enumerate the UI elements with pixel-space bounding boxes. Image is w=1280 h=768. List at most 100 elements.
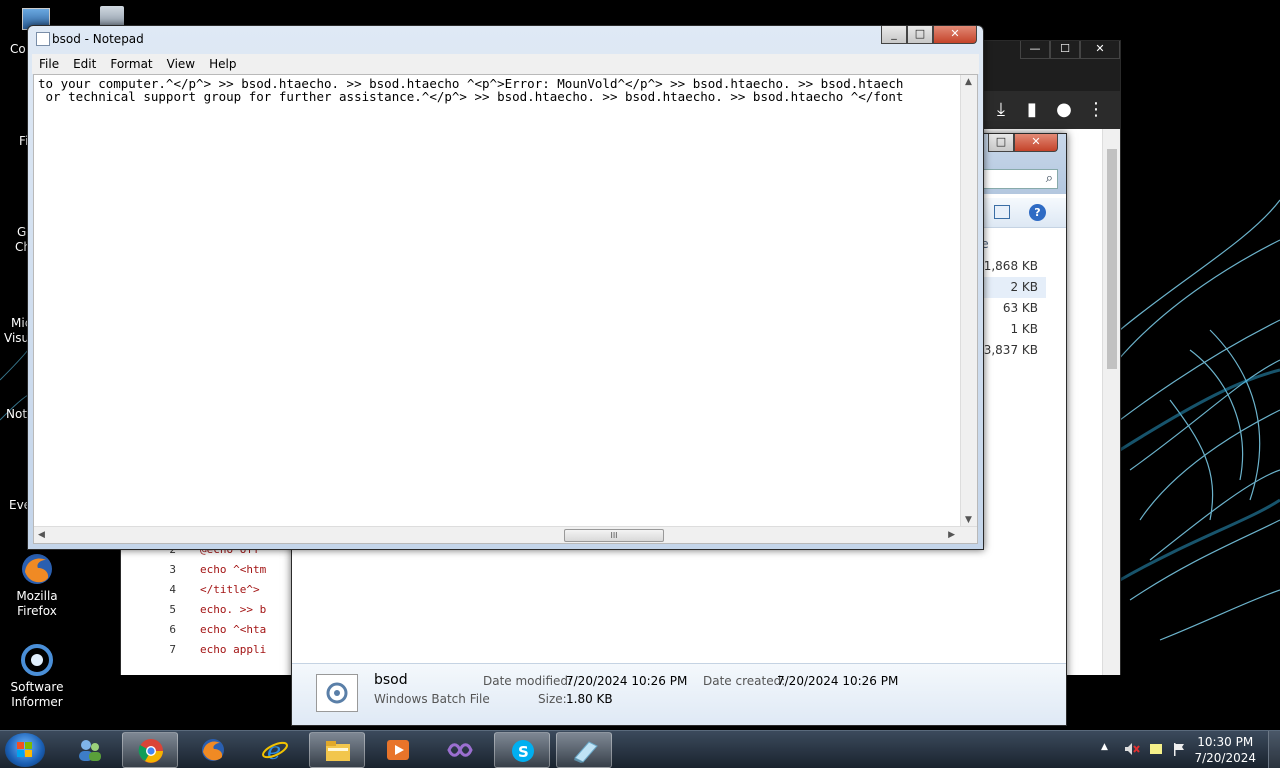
code-line-text: echo appli [200, 643, 267, 656]
internet-explorer-icon: e [262, 737, 288, 763]
software-informer-icon [21, 644, 53, 676]
menu-view[interactable]: View [160, 54, 202, 74]
help-icon[interactable]: ? [1029, 204, 1046, 221]
notepad-text-area[interactable]: to your computer.^</p^> >> bsod.htaecho.… [33, 74, 978, 544]
volume-muted-icon[interactable] [1124, 742, 1140, 756]
notepad-text: to your computer.^</p^> >> bsod.htaecho.… [38, 77, 903, 103]
scroll-down-arrow-icon[interactable]: ▼ [965, 515, 972, 525]
explorer-maximize-button[interactable]: □ [988, 134, 1014, 152]
notepad-minimize-button[interactable]: _ [881, 26, 907, 44]
chrome-icon [138, 739, 163, 763]
taskbar-notepad-button[interactable] [556, 732, 612, 768]
system-clock[interactable]: 10:30 PM 7/20/2024 [1194, 734, 1256, 766]
taskbar-media-player-button[interactable] [370, 732, 426, 768]
media-player-icon [387, 740, 409, 760]
download-icon[interactable]: ⤓ [988, 97, 1014, 123]
menu-file[interactable]: File [32, 54, 66, 74]
code-line-number: 4 [169, 583, 176, 596]
start-button[interactable] [5, 733, 45, 767]
code-line-text: echo. >> b [200, 603, 267, 616]
code-line: 3 echo ^<htm [140, 560, 310, 580]
action-center-flag-icon[interactable] [1172, 742, 1186, 756]
clock-time: 10:30 PM [1197, 735, 1254, 749]
notes-tray-icon[interactable] [1149, 742, 1163, 756]
code-line-number: 3 [169, 563, 176, 576]
notepad-vertical-scrollbar[interactable]: ▲ ▼ [960, 75, 977, 527]
notepad-maximize-button[interactable]: □ [907, 26, 933, 44]
chrome-caption-buttons: — ☐ ✕ [1020, 41, 1120, 59]
chrome-maximize-button[interactable]: ☐ [1050, 41, 1080, 59]
profile-avatar-icon[interactable]: ● [1051, 97, 1077, 123]
taskbar: e S ▲ 10:30 PM 7/20/2024 [0, 730, 1280, 768]
chrome-scrollbar-thumb[interactable] [1107, 149, 1117, 369]
desktop-icon-software-informer[interactable]: Software Informer [0, 643, 74, 710]
show-hidden-icons-icon[interactable]: ▲ [1101, 742, 1115, 756]
size-value: 1.80 KB [566, 692, 613, 706]
explorer-caption-buttons: □ ✕ [988, 134, 1058, 152]
notepad-line: or technical support group for further a… [38, 89, 904, 104]
preview-pane-icon[interactable] [994, 205, 1010, 219]
scroll-up-arrow-icon[interactable]: ▲ [965, 77, 972, 87]
code-line: 7 echo appli [140, 640, 310, 660]
code-line: 4 </title^> [140, 580, 310, 600]
file-name: bsod [374, 672, 408, 688]
more-menu-icon[interactable]: ⋮ [1083, 97, 1109, 123]
chrome-scrollbar[interactable] [1102, 129, 1120, 675]
chrome-close-button[interactable]: ✕ [1080, 41, 1120, 59]
menu-format[interactable]: Format [103, 54, 159, 74]
desktop-icon-firefox-label: Mozilla Firefox [16, 589, 58, 618]
explorer-close-button[interactable]: ✕ [1014, 134, 1058, 152]
notepad-horizontal-scrollbar[interactable]: ◀ III ▶ [34, 526, 977, 543]
notepad-menu-bar: File Edit Format View Help [32, 54, 979, 74]
code-line-text: echo ^<hta [200, 623, 267, 636]
taskbar-chrome-button[interactable] [122, 732, 178, 768]
firefox-icon [202, 739, 224, 761]
menu-help[interactable]: Help [202, 54, 243, 74]
size-label: Size: [538, 692, 567, 706]
batch-file-icon [316, 674, 358, 712]
code-line-text: </title^> [200, 583, 260, 596]
chrome-minimize-button[interactable]: — [1020, 41, 1050, 59]
windows-logo-icon [17, 742, 32, 757]
code-listing: 2@echo off 3echo ^<htm 4</title^> 5echo.… [140, 540, 310, 666]
users-icon [79, 740, 101, 761]
scroll-right-arrow-icon[interactable]: ▶ [948, 530, 955, 540]
taskbar-visual-studio-button[interactable] [432, 732, 488, 768]
date-modified-value: 7/20/2024 10:26 PM [566, 674, 688, 688]
notepad-caption-buttons: _ □ ✕ [881, 26, 977, 44]
folder-icon [326, 741, 350, 761]
code-line: 5 echo. >> b [140, 600, 310, 620]
clock-date: 7/20/2024 [1194, 751, 1256, 765]
code-line-text: echo ^<htm [200, 563, 267, 576]
date-created-value: 7/20/2024 10:26 PM [777, 674, 899, 688]
notepad-window[interactable]: bsod - Notepad _ □ ✕ File Edit Format Vi… [27, 25, 984, 550]
notepad-title: bsod - Notepad [52, 32, 144, 46]
notepad-close-button[interactable]: ✕ [933, 26, 977, 44]
taskbar-internet-explorer-button[interactable]: e [247, 732, 303, 768]
skype-icon: S [512, 740, 534, 762]
date-created-label: Date created: [703, 674, 786, 688]
details-pane: bsod Windows Batch File Date modified: 7… [292, 663, 1066, 725]
desktop-label-computer[interactable]: Co [10, 42, 26, 56]
firefox-icon [22, 554, 52, 584]
show-desktop-button[interactable] [1268, 731, 1280, 768]
notepad-icon [574, 741, 598, 763]
taskbar-explorer-button[interactable] [309, 732, 365, 768]
desktop-icon-firefox[interactable]: Mozilla Firefox [0, 552, 74, 619]
code-line-number: 5 [169, 603, 176, 616]
code-line-number: 6 [169, 623, 176, 636]
search-icon[interactable]: ⌕ [1046, 171, 1053, 186]
svg-text:S: S [518, 743, 529, 761]
code-line: 6 echo ^<hta [140, 620, 310, 640]
taskbar-skype-button[interactable]: S [494, 732, 550, 768]
file-type: Windows Batch File [374, 692, 490, 706]
menu-edit[interactable]: Edit [66, 54, 103, 74]
notepad-horizontal-scroll-thumb[interactable]: III [564, 529, 664, 542]
date-modified-label: Date modified: [483, 674, 573, 688]
svg-text:e: e [267, 737, 281, 763]
taskbar-users-button[interactable] [62, 732, 118, 768]
taskbar-firefox-button[interactable] [185, 732, 241, 768]
scroll-left-arrow-icon[interactable]: ◀ [38, 530, 45, 540]
side-panel-icon[interactable]: ▮ [1019, 97, 1045, 123]
notepad-icon [36, 32, 50, 46]
